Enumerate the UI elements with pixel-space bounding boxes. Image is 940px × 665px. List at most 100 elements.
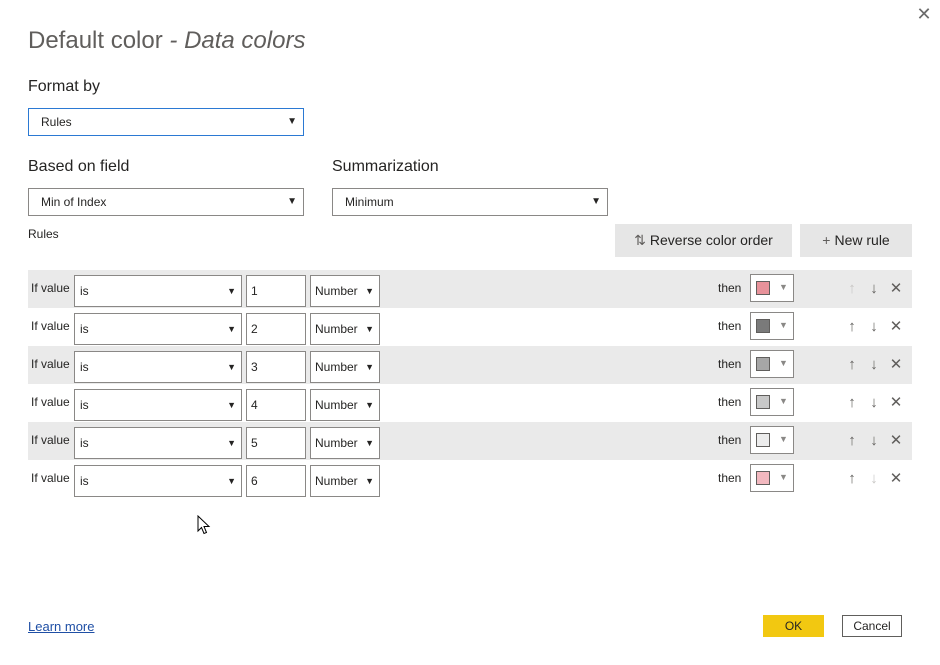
value-type: Number (315, 398, 358, 412)
summarization-value: Minimum (345, 195, 394, 209)
chevron-down-icon: ▼ (287, 196, 297, 207)
value-type-dropdown[interactable]: Number ▼ (310, 465, 380, 497)
value-type-dropdown[interactable]: Number ▼ (310, 313, 380, 345)
value-type: Number (315, 360, 358, 374)
move-up-icon[interactable]: ↑ (842, 279, 862, 299)
chevron-down-icon: ▼ (779, 320, 788, 330)
reverse-color-order-button[interactable]: ⇅ Reverse color order (615, 224, 792, 257)
chevron-down-icon: ▼ (591, 196, 601, 207)
rule-value-input[interactable]: 6 (246, 465, 306, 497)
new-rule-label: New rule (834, 232, 890, 248)
operator-dropdown[interactable]: is ▼ (74, 351, 242, 383)
chevron-down-icon: ▼ (227, 400, 236, 410)
chevron-down-icon: ▼ (365, 400, 374, 410)
value-type-dropdown[interactable]: Number ▼ (310, 427, 380, 459)
new-rule-button[interactable]: + New rule (800, 224, 912, 257)
dialog-title-sub: - Data colors (169, 27, 306, 54)
operator-dropdown[interactable]: is ▼ (74, 465, 242, 497)
if-value-label: If value (31, 395, 70, 409)
delete-rule-icon[interactable]: ✕ (886, 355, 906, 375)
then-label: then (718, 319, 742, 333)
operator-dropdown[interactable]: is ▼ (74, 275, 242, 307)
move-down-icon[interactable]: ↓ (864, 393, 884, 413)
value-type: Number (315, 322, 358, 336)
rule-value-input[interactable]: 4 (246, 389, 306, 421)
close-icon[interactable]: ✕ (914, 4, 934, 24)
operator-value: is (80, 436, 89, 450)
operator-value: is (80, 398, 89, 412)
operator-value: is (80, 284, 89, 298)
rule-row: If value is ▼ 5 Number ▼ then ▼ ↑ ↓ ✕ (28, 422, 912, 460)
color-picker[interactable]: ▼ (750, 350, 794, 378)
move-down-icon[interactable]: ↓ (864, 355, 884, 375)
if-value-label: If value (31, 357, 70, 371)
rule-row: If value is ▼ 4 Number ▼ then ▼ ↑ ↓ ✕ (28, 384, 912, 422)
rule-value-input[interactable]: 2 (246, 313, 306, 345)
then-label: then (718, 433, 742, 447)
then-label: then (718, 281, 742, 295)
delete-rule-icon[interactable]: ✕ (886, 431, 906, 451)
chevron-down-icon: ▼ (779, 396, 788, 406)
color-picker[interactable]: ▼ (750, 388, 794, 416)
color-picker[interactable]: ▼ (750, 426, 794, 454)
ok-button[interactable]: OK (763, 615, 824, 637)
rule-value-input[interactable]: 1 (246, 275, 306, 307)
value-type-dropdown[interactable]: Number ▼ (310, 275, 380, 307)
if-value-label: If value (31, 281, 70, 295)
summarization-dropdown[interactable]: Minimum ▼ (332, 188, 608, 216)
color-picker[interactable]: ▼ (750, 274, 794, 302)
mouse-cursor-icon (197, 515, 211, 535)
move-up-icon[interactable]: ↑ (842, 355, 862, 375)
value-type-dropdown[interactable]: Number ▼ (310, 389, 380, 421)
operator-value: is (80, 360, 89, 374)
plus-icon: + (822, 232, 831, 248)
delete-rule-icon[interactable]: ✕ (886, 279, 906, 299)
move-down-icon[interactable]: ↓ (864, 279, 884, 299)
dialog-title: Default color - Data colors (28, 27, 305, 55)
cancel-button[interactable]: Cancel (842, 615, 902, 637)
delete-rule-icon[interactable]: ✕ (886, 469, 906, 489)
format-by-value: Rules (41, 115, 72, 129)
chevron-down-icon: ▼ (779, 434, 788, 444)
rule-row: If value is ▼ 3 Number ▼ then ▼ ↑ ↓ ✕ (28, 346, 912, 384)
move-down-icon[interactable]: ↓ (864, 469, 884, 489)
then-label: then (718, 357, 742, 371)
rule-value-input[interactable]: 3 (246, 351, 306, 383)
based-on-field-label: Based on field (28, 158, 130, 175)
color-picker[interactable]: ▼ (750, 464, 794, 492)
chevron-down-icon: ▼ (365, 362, 374, 372)
color-swatch (756, 433, 770, 447)
delete-rule-icon[interactable]: ✕ (886, 393, 906, 413)
rule-row: If value is ▼ 1 Number ▼ then ▼ ↑ ↓ ✕ (28, 270, 912, 308)
learn-more-link[interactable]: Learn more (28, 619, 94, 634)
based-on-field-dropdown[interactable]: Min of Index ▼ (28, 188, 304, 216)
chevron-down-icon: ▼ (365, 438, 374, 448)
chevron-down-icon: ▼ (779, 472, 788, 482)
operator-dropdown[interactable]: is ▼ (74, 389, 242, 421)
reverse-color-order-label: Reverse color order (649, 232, 773, 248)
operator-dropdown[interactable]: is ▼ (74, 427, 242, 459)
value-type-dropdown[interactable]: Number ▼ (310, 351, 380, 383)
if-value-label: If value (31, 471, 70, 485)
delete-rule-icon[interactable]: ✕ (886, 317, 906, 337)
move-down-icon[interactable]: ↓ (864, 431, 884, 451)
move-down-icon[interactable]: ↓ (864, 317, 884, 337)
chevron-down-icon: ▼ (779, 282, 788, 292)
move-up-icon[interactable]: ↑ (842, 469, 862, 489)
format-by-dropdown[interactable]: Rules ▼ (28, 108, 304, 136)
then-label: then (718, 395, 742, 409)
rules-label: Rules (28, 227, 59, 241)
if-value-label: If value (31, 319, 70, 333)
summarization-label: Summarization (332, 158, 439, 175)
value-type: Number (315, 284, 358, 298)
operator-dropdown[interactable]: is ▼ (74, 313, 242, 345)
based-on-field-value: Min of Index (41, 195, 107, 209)
color-picker[interactable]: ▼ (750, 312, 794, 340)
move-up-icon[interactable]: ↑ (842, 317, 862, 337)
move-up-icon[interactable]: ↑ (842, 431, 862, 451)
format-by-label: Format by (28, 78, 101, 95)
color-swatch (756, 471, 770, 485)
rule-value-input[interactable]: 5 (246, 427, 306, 459)
move-up-icon[interactable]: ↑ (842, 393, 862, 413)
value-type: Number (315, 474, 358, 488)
